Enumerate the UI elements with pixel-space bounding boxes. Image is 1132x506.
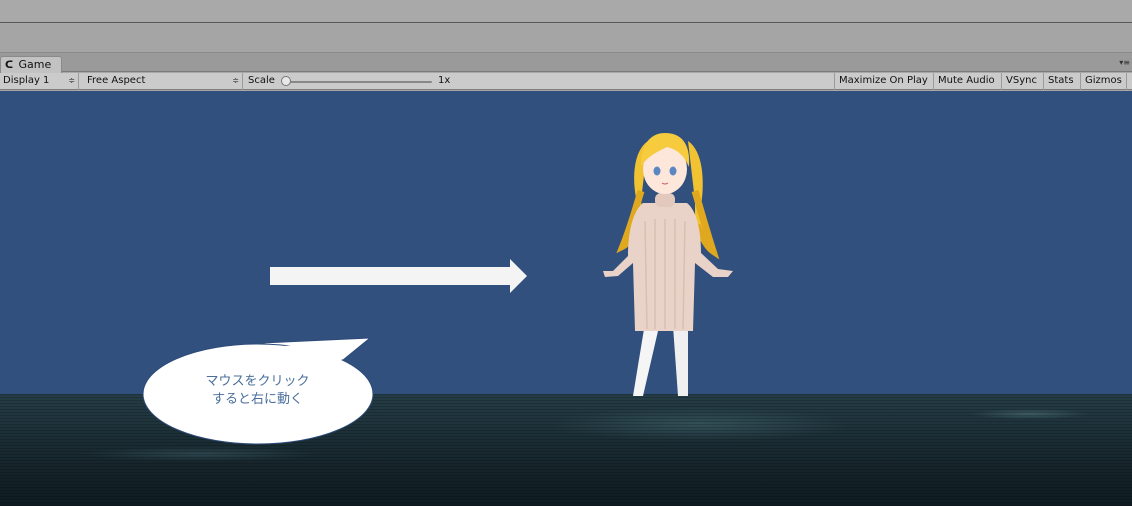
aspect-select-label: Free Aspect <box>87 75 146 86</box>
chevron-updown-icon: ≑ <box>232 76 239 85</box>
vsync-label: VSync <box>1006 75 1037 86</box>
stats-toggle[interactable]: Stats <box>1045 73 1081 90</box>
display-select-label: Display 1 <box>3 75 50 86</box>
chevron-updown-icon: ≑ <box>68 76 75 85</box>
display-select[interactable]: Display 1 ≑ <box>0 73 79 90</box>
gizmos-toggle[interactable]: Gizmos <box>1082 73 1127 90</box>
scale-label: Scale <box>248 75 275 86</box>
maximize-on-play-toggle[interactable]: Maximize On Play <box>836 73 934 90</box>
tab-menu-icon[interactable]: ▾≡ <box>1119 58 1130 67</box>
speech-bubble-text: マウスをクリック すると右に動く <box>150 373 365 409</box>
right-arrow-icon <box>270 259 527 293</box>
game-view[interactable]: マウスをクリック すると右に動く <box>0 91 1132 506</box>
stats-label: Stats <box>1048 75 1074 86</box>
tab-game[interactable]: ᑕ Game <box>0 56 62 73</box>
mute-audio-toggle[interactable]: Mute Audio <box>935 73 1002 90</box>
toolbar-strip <box>0 24 1132 53</box>
scale-slider-thumb[interactable] <box>281 76 291 86</box>
scale-value: 1x <box>438 75 451 86</box>
scale-slider-track[interactable] <box>287 81 432 83</box>
mute-label: Mute Audio <box>938 75 995 86</box>
game-toolbar: Display 1 ≑ Free Aspect ≑ Scale 1x Maxim… <box>0 73 1132 90</box>
character-sprite <box>603 133 733 396</box>
aspect-select[interactable]: Free Aspect ≑ <box>84 73 243 90</box>
maximize-label: Maximize On Play <box>839 75 928 86</box>
tab-row <box>0 53 1132 72</box>
pacman-icon: ᑕ <box>5 60 14 71</box>
tab-label: Game <box>18 58 52 71</box>
top-strip <box>0 0 1132 23</box>
gizmos-label: Gizmos <box>1085 75 1122 86</box>
vsync-toggle[interactable]: VSync <box>1003 73 1044 90</box>
speech-line-1: マウスをクリック <box>205 374 310 389</box>
speech-line-2: すると右に動く <box>211 392 303 407</box>
